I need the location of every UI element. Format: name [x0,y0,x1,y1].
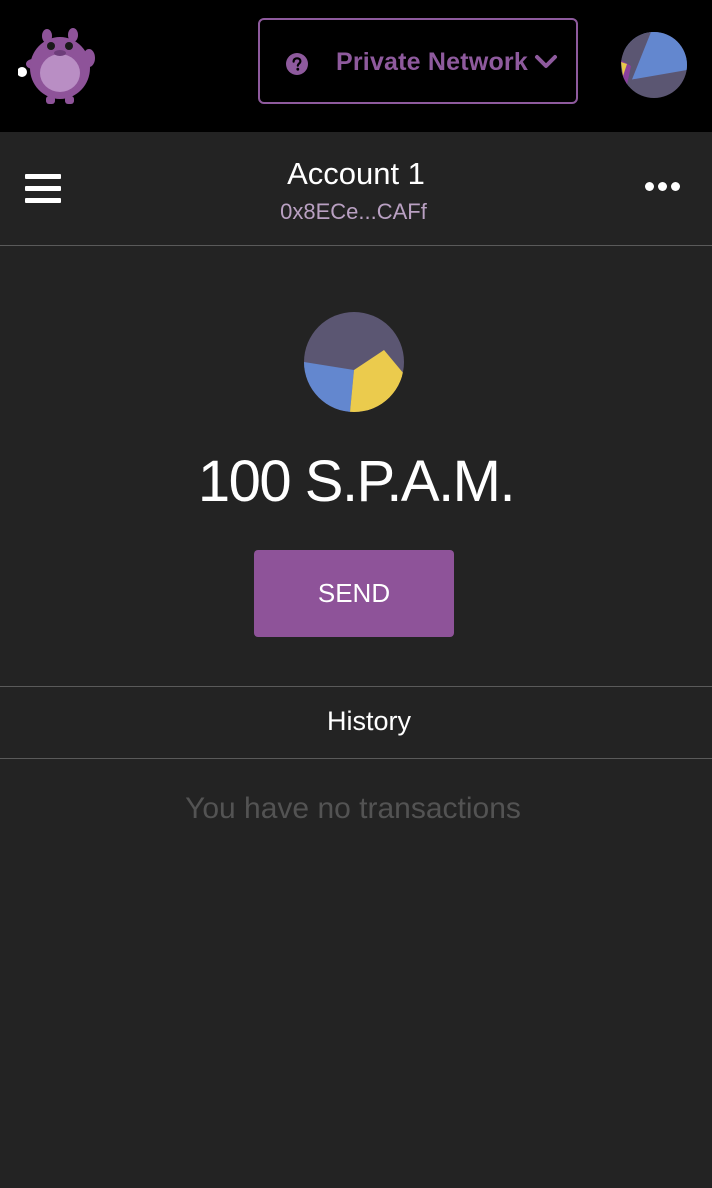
question-circle-icon [286,53,308,75]
chevron-down-icon [534,54,558,70]
network-label: Private Network [336,48,528,76]
top-bar: Private Network [0,0,712,132]
mascot-logo-icon[interactable] [17,24,98,104]
history-top-divider [0,686,712,687]
account-header: Account 1 0x8ECe...CAFf [0,132,712,246]
account-avatar-identicon-icon[interactable] [621,32,687,98]
account-name[interactable]: Account 1 [0,156,712,192]
token-balance: 100 S.P.A.M. [197,449,516,514]
token-identicon-icon [304,312,404,412]
network-selector[interactable]: Private Network [258,18,578,104]
no-transactions-message: You have no transactions [185,792,521,825]
more-dots-icon[interactable] [645,182,681,192]
wallet-app: Private Network Account 1 0x8ECe...CAFf … [0,0,712,1188]
history-tab[interactable]: History [0,706,712,737]
history-bottom-divider [0,758,712,759]
send-button[interactable]: SEND [254,550,454,637]
account-address[interactable]: 0x8ECe...CAFf [0,199,707,225]
